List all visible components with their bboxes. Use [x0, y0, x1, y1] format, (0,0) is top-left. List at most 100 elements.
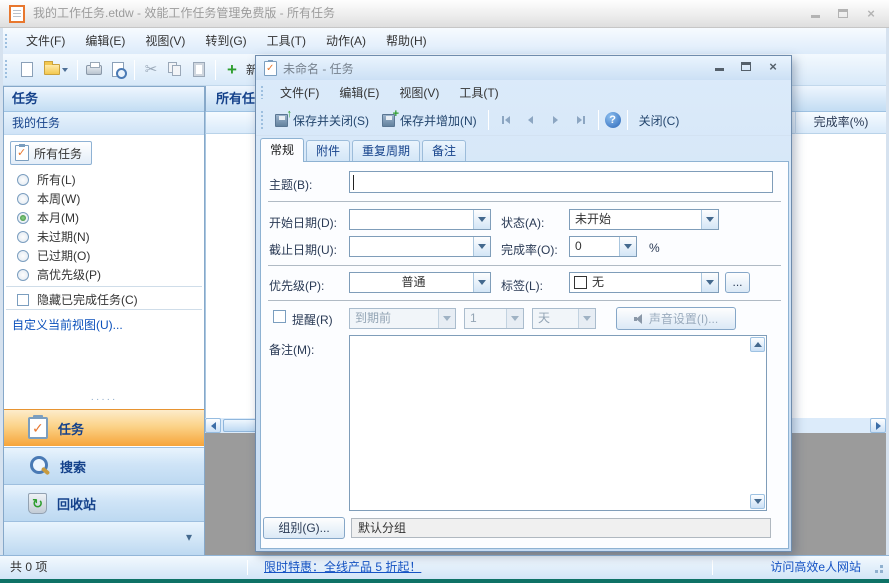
- tag-combo[interactable]: 无: [569, 272, 719, 293]
- previous-record-button[interactable]: [520, 110, 542, 130]
- priority-combo[interactable]: 普通: [349, 272, 491, 293]
- save-close-button[interactable]: ↑ 保存并关闭(S): [270, 110, 374, 131]
- dropdown-button[interactable]: [701, 210, 718, 229]
- reminder-checkbox[interactable]: [273, 310, 286, 323]
- dropdown-arrow-icon: [706, 217, 714, 222]
- dropdown-button[interactable]: [619, 237, 636, 256]
- start-date-combo[interactable]: [349, 209, 491, 230]
- tab-recurrence[interactable]: 重复周期: [352, 140, 420, 161]
- help-button[interactable]: ?: [605, 112, 621, 128]
- next-record-button[interactable]: [545, 110, 567, 130]
- resize-grip[interactable]: [880, 570, 883, 573]
- sidebar-nav-recycle-bin[interactable]: ↻ 回收站: [4, 484, 204, 521]
- scroll-up-icon: [754, 342, 762, 347]
- dialog-maximize-button[interactable]: [736, 59, 756, 75]
- paste-button[interactable]: [188, 58, 210, 82]
- scroll-right-button[interactable]: [870, 418, 886, 433]
- website-link[interactable]: 访问高效e人网站: [770, 556, 861, 579]
- sidebar-nav-options-strip[interactable]: ▾: [4, 521, 204, 555]
- filter-overdue[interactable]: 已过期(O): [17, 248, 90, 263]
- filter-not-due[interactable]: 未过期(N): [17, 229, 90, 244]
- menu-tools[interactable]: 工具(T): [257, 29, 316, 53]
- bottom-edge-strip: [0, 579, 889, 583]
- sound-settings-label: 声音设置(I)...: [649, 310, 718, 327]
- save-add-label: 保存并增加(N): [400, 112, 477, 129]
- radio-selected-icon: [17, 212, 29, 224]
- scroll-left-button[interactable]: [205, 418, 221, 433]
- subject-input[interactable]: [349, 171, 773, 193]
- hide-completed-checkbox-row[interactable]: 隐藏已完成任务(C): [17, 292, 138, 307]
- minimize-button[interactable]: [805, 6, 825, 22]
- dropdown-button[interactable]: [473, 273, 490, 292]
- sidebar-splitter-handle[interactable]: ·····: [4, 393, 204, 409]
- form-divider: [268, 300, 781, 301]
- tab-general[interactable]: 常规: [260, 138, 304, 162]
- dialog-menu-view[interactable]: 视图(V): [389, 81, 449, 105]
- last-record-button[interactable]: [570, 110, 592, 130]
- dialog-minimize-button[interactable]: [709, 59, 729, 75]
- dropdown-button: [506, 309, 523, 328]
- plus-icon: +: [227, 61, 237, 79]
- tab-attachments[interactable]: 附件: [306, 140, 350, 161]
- print-button[interactable]: [83, 58, 105, 82]
- sidebar-divider: [6, 309, 202, 310]
- close-button[interactable]: ×: [861, 6, 881, 22]
- dialog-toolbar: ↑ 保存并关闭(S) + 保存并增加(N) ? 关闭(C): [256, 105, 791, 136]
- dialog-menu-file[interactable]: 文件(F): [270, 81, 329, 105]
- dialog-menu-tools[interactable]: 工具(T): [449, 81, 508, 105]
- tab-notes[interactable]: 备注: [422, 140, 466, 161]
- cut-button[interactable]: ✂: [140, 58, 162, 82]
- completion-combo[interactable]: 0: [569, 236, 637, 257]
- sidebar-divider: [6, 286, 202, 287]
- dialog-close-toolbar-button[interactable]: 关闭(C): [634, 110, 685, 131]
- print-preview-button[interactable]: [107, 58, 129, 82]
- tag-more-button[interactable]: ...: [725, 272, 750, 293]
- filter-label: 未过期(N): [37, 228, 90, 245]
- status-combo[interactable]: 未开始: [569, 209, 719, 230]
- first-record-button[interactable]: [495, 110, 517, 130]
- cut-icon: ✂: [145, 62, 158, 77]
- sidebar-nav-tasks[interactable]: ✓ 任务: [4, 409, 204, 446]
- new-task-button[interactable]: +: [221, 58, 243, 82]
- column-header-completion[interactable]: 完成率(%): [795, 112, 886, 134]
- dialog-menubar-grip: [261, 86, 263, 99]
- sidebar-nav-search[interactable]: 搜索: [4, 447, 204, 484]
- dropdown-button[interactable]: [701, 273, 718, 292]
- group-button[interactable]: 组别(G)...: [263, 517, 345, 539]
- notes-scroll-up-button[interactable]: [750, 337, 765, 352]
- maximize-icon: [838, 9, 848, 18]
- screen: 我的工作任务.etdw - 效能工作任务管理免费版 - 所有任务 × 文件(F)…: [0, 0, 889, 583]
- maximize-button[interactable]: [833, 6, 853, 22]
- menu-file[interactable]: 文件(F): [16, 29, 75, 53]
- open-file-button[interactable]: [40, 58, 72, 82]
- dialog-close-button[interactable]: ×: [763, 59, 783, 75]
- preview-icon: [112, 62, 124, 77]
- copy-button[interactable]: [164, 58, 186, 82]
- filter-this-week[interactable]: 本周(W): [17, 191, 80, 206]
- filter-high-priority[interactable]: 高优先级(P): [17, 267, 101, 282]
- group-value-field: 默认分组: [351, 518, 771, 538]
- filter-all[interactable]: 所有(L): [17, 172, 76, 187]
- copy-icon: [168, 62, 182, 77]
- dialog-menu-edit[interactable]: 编辑(E): [329, 81, 389, 105]
- filter-this-month[interactable]: 本月(M): [17, 210, 79, 225]
- task-dialog: ✓ 未命名 - 任务 × 文件(F) 编辑(E) 视图(V) 工具(T) ↑ 保…: [255, 55, 792, 552]
- notes-textarea[interactable]: [349, 335, 767, 511]
- hide-completed-label: 隐藏已完成任务(C): [37, 291, 138, 308]
- dropdown-button[interactable]: [473, 237, 490, 256]
- menu-view[interactable]: 视图(V): [135, 29, 195, 53]
- menu-help[interactable]: 帮助(H): [376, 29, 437, 53]
- promo-link[interactable]: 限时特惠：全线产品 5 折起！: [264, 556, 421, 579]
- due-date-combo[interactable]: [349, 236, 491, 257]
- menu-edit[interactable]: 编辑(E): [75, 29, 135, 53]
- menu-goto[interactable]: 转到(G): [195, 29, 256, 53]
- notes-scroll-down-button[interactable]: [750, 494, 765, 509]
- dialog-toolbar-grip: [261, 111, 263, 129]
- menu-actions[interactable]: 动作(A): [316, 29, 376, 53]
- save-add-button[interactable]: + 保存并增加(N): [377, 110, 482, 131]
- radio-icon: [17, 174, 29, 186]
- new-file-button[interactable]: [16, 58, 38, 82]
- dropdown-button[interactable]: [473, 210, 490, 229]
- customize-view-link[interactable]: 自定义当前视图(U)...: [12, 316, 123, 333]
- all-tasks-button[interactable]: ✓ 所有任务: [10, 141, 92, 165]
